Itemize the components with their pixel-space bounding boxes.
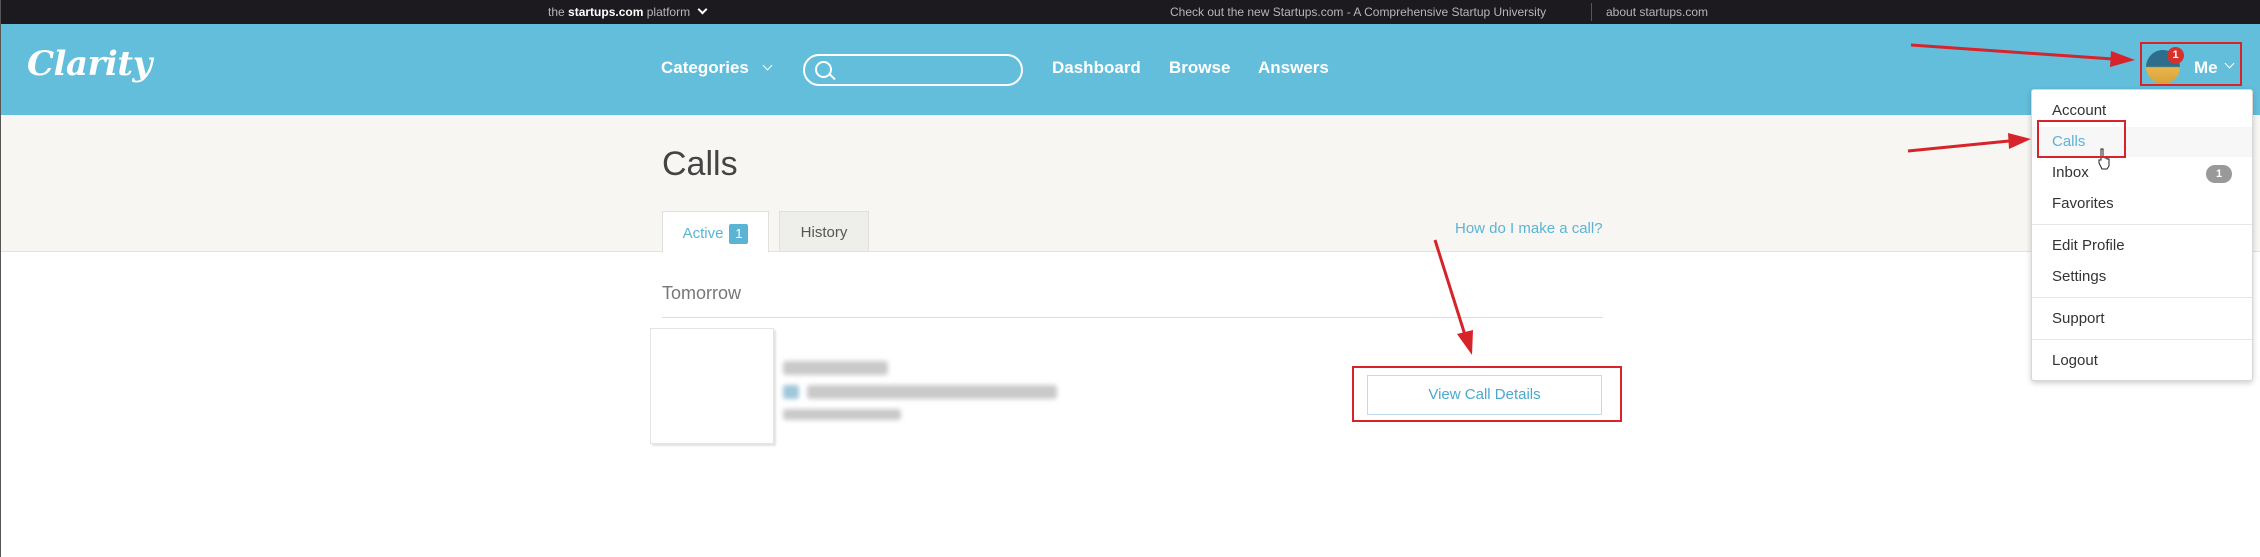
menu-item-edit-profile[interactable]: Edit Profile [2032, 231, 2252, 261]
categories-menu[interactable]: Categories [661, 58, 773, 78]
redacted-schedule [807, 385, 1057, 399]
search-box [803, 54, 1023, 86]
menu-item-favorites[interactable]: Favorites [2032, 189, 2252, 219]
nav-dashboard[interactable]: Dashboard [1052, 58, 1141, 78]
redacted-details [783, 409, 901, 420]
categories-label: Categories [661, 58, 749, 77]
menu-divider [2032, 339, 2252, 340]
how-to-make-call-link[interactable]: How do I make a call? [1455, 220, 1603, 237]
search-icon [815, 61, 832, 78]
nav-browse[interactable]: Browse [1169, 58, 1230, 78]
menu-divider [2032, 297, 2252, 298]
nav-answers[interactable]: Answers [1258, 58, 1329, 78]
platform-suffix: platform [646, 5, 691, 19]
menu-item-inbox[interactable]: Inbox 1 [2032, 158, 2252, 188]
platform-brand: startups.com [568, 5, 644, 19]
annotation-box-calls [2037, 120, 2126, 158]
section-divider [662, 317, 1603, 318]
platform-prefix: the [548, 5, 565, 19]
menu-item-settings[interactable]: Settings [2032, 262, 2252, 292]
chevron-down-icon [762, 60, 773, 71]
menu-item-support[interactable]: Support [2032, 304, 2252, 334]
search-input[interactable] [839, 60, 1015, 80]
page-title: Calls [662, 145, 738, 183]
title-band [1, 115, 2260, 252]
platform-switcher[interactable]: the startups.com platform [548, 4, 708, 19]
menu-divider [2032, 224, 2252, 225]
tab-active-label: Active [682, 225, 724, 242]
active-count-badge: 1 [729, 224, 749, 244]
tab-history[interactable]: History [779, 211, 869, 252]
annotation-box-me [2140, 42, 2242, 86]
menu-item-inbox-label: Inbox [2052, 164, 2089, 181]
topbar-divider [1591, 3, 1592, 21]
promo-link[interactable]: Check out the new Startups.com - A Compr… [1170, 5, 1546, 19]
inbox-count-badge: 1 [2206, 165, 2232, 183]
menu-item-logout[interactable]: Logout [2032, 346, 2252, 376]
arrow-head-icon [1457, 330, 1473, 355]
annotation-box-view-details [1352, 366, 1622, 422]
expert-photo[interactable] [650, 328, 774, 444]
tab-active[interactable]: Active 1 [662, 211, 769, 253]
page: the startups.com platform Check out the … [0, 0, 2260, 557]
platform-bar: the startups.com platform Check out the … [1, 0, 2260, 24]
clarity-logo[interactable]: Clarity [27, 44, 152, 84]
section-heading: Tomorrow [662, 283, 742, 303]
site-header: Clarity Categories Dashboard Browse Answ… [1, 24, 2260, 115]
chevron-down-icon [697, 4, 708, 15]
about-link[interactable]: about startups.com [1606, 5, 1708, 19]
arrow-to-view-details [1433, 239, 1467, 336]
redacted-icon [783, 385, 799, 399]
redacted-name [783, 361, 888, 375]
